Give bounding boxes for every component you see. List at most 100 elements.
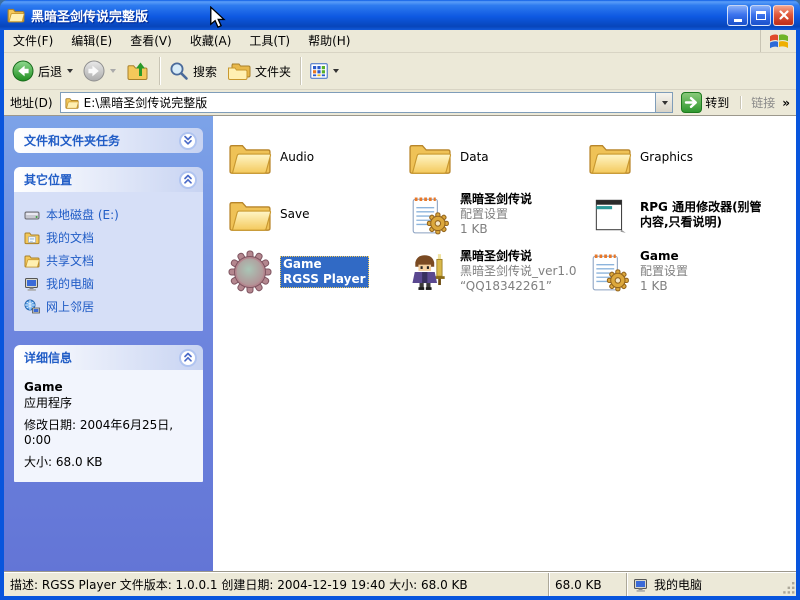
menu-bar: 文件(F) 编辑(E) 查看(V) 收藏(A) 工具(T) 帮助(H) — [4, 30, 796, 53]
sidebar-item-my-documents[interactable]: 我的文档 — [24, 229, 197, 246]
chevron-down-icon — [661, 100, 668, 105]
go-button[interactable]: 转到 — [678, 92, 732, 113]
toolbar: 后退 搜索 文件夹 — [4, 53, 796, 90]
details-file-name: Game — [24, 380, 63, 394]
sidebar-item-shared-documents[interactable]: 共享文档 — [24, 252, 197, 269]
forward-button[interactable] — [79, 57, 120, 85]
file-tile-graphics[interactable]: Graphics — [585, 129, 765, 186]
file-name: 黑暗圣剑传说 — [460, 249, 533, 263]
forward-dropdown-icon[interactable] — [110, 69, 117, 73]
file-tile-save[interactable]: Save — [225, 186, 405, 243]
panel-other-places-title: 其它位置 — [24, 173, 73, 187]
shared-folder-icon — [24, 253, 40, 269]
back-icon — [12, 60, 34, 82]
sidebar-item-my-computer[interactable]: 我的电脑 — [24, 275, 197, 292]
menu-help[interactable]: 帮助(H) — [299, 30, 359, 52]
file-tile-game-ini[interactable]: Game 配置设置 1 KB — [585, 243, 765, 300]
file-type: 配置设置 — [640, 264, 689, 278]
close-icon — [778, 10, 789, 20]
collapse-button[interactable] — [179, 170, 197, 189]
views-button[interactable] — [306, 59, 343, 83]
panel-other-places: 其它位置 本地磁盘 (E:) 我的文档 共享文档 我的电脑 网上邻居 — [14, 167, 203, 331]
toolbar-separator — [300, 57, 302, 85]
menu-tools[interactable]: 工具(T) — [240, 30, 299, 52]
expand-button[interactable] — [179, 131, 197, 150]
config-file-icon — [405, 190, 455, 240]
folders-label: 文件夹 — [255, 64, 292, 79]
links-label[interactable]: 链接 — [749, 94, 777, 111]
rpg-character-icon — [405, 247, 455, 297]
panel-file-tasks-header[interactable]: 文件和文件夹任务 — [14, 128, 203, 153]
folder-icon — [225, 190, 275, 240]
close-button[interactable] — [773, 4, 794, 26]
file-version: 黑暗圣剑传说_ver1.0 — [460, 264, 577, 278]
menu-view[interactable]: 查看(V) — [121, 30, 181, 52]
menu-file[interactable]: 文件(F) — [4, 30, 62, 52]
address-dropdown-button[interactable] — [655, 93, 673, 112]
back-label: 后退 — [38, 64, 63, 79]
views-icon — [310, 62, 328, 80]
file-tile-config-ini[interactable]: 黑暗圣剑传说 配置设置 1 KB — [405, 186, 585, 243]
back-dropdown-icon[interactable] — [67, 69, 74, 73]
address-label: 地址(D) — [10, 96, 53, 110]
address-input[interactable]: E:\黑暗圣剑传说完整版 — [59, 92, 674, 113]
status-size: 68.0 KB — [548, 573, 626, 596]
folder-icon — [585, 133, 635, 183]
file-tile-game-launcher[interactable]: 黑暗圣剑传说 黑暗圣剑传说_ver1.0 “QQ18342261” — [405, 243, 585, 300]
minimize-button[interactable] — [727, 4, 748, 26]
chevron-double-up-icon — [181, 174, 195, 185]
go-label: 转到 — [705, 96, 730, 110]
status-description: 描述: RGSS Player 文件版本: 1.0.0.1 创建日期: 2004… — [10, 578, 468, 592]
forward-icon — [83, 60, 105, 82]
file-name: Game — [283, 256, 322, 271]
place-label: 本地磁盘 (E:) — [46, 208, 119, 222]
address-value: E:\黑暗圣剑传说完整版 — [83, 96, 208, 110]
window-folder-icon — [6, 6, 26, 24]
title-bar[interactable]: 黑暗圣剑传说完整版 — [0, 0, 800, 30]
file-name: Audio — [280, 150, 315, 164]
panel-details-header[interactable]: 详细信息 — [14, 345, 203, 370]
file-name: Graphics — [640, 150, 693, 164]
place-label: 我的文档 — [46, 231, 95, 245]
menu-edit[interactable]: 编辑(E) — [62, 30, 121, 52]
search-button[interactable]: 搜索 — [165, 58, 221, 84]
toolbar-separator — [159, 57, 161, 85]
go-icon — [681, 92, 702, 113]
collapse-button[interactable] — [179, 348, 197, 367]
file-tile-data[interactable]: Data — [405, 129, 585, 186]
maximize-icon — [755, 10, 766, 20]
file-tile-rpg-modifier[interactable]: RPG 通用修改器(别管内容,只看说明) — [585, 186, 765, 243]
selected-file-label: Game RGSS Player — [280, 255, 369, 288]
status-bar: 描述: RGSS Player 文件版本: 1.0.0.1 创建日期: 2004… — [4, 572, 796, 596]
back-button[interactable]: 后退 — [8, 57, 77, 85]
file-list-area[interactable]: Audio Data Graphics Save 黑暗圣剑传说 配置设置 1 K… — [213, 116, 796, 572]
details-modified-date: 修改日期: 2004年6月25日, 0:00 — [24, 418, 174, 447]
windows-logo-icon — [760, 30, 796, 52]
menu-favorites[interactable]: 收藏(A) — [181, 30, 241, 52]
config-file-icon — [585, 247, 635, 297]
panel-other-places-header[interactable]: 其它位置 — [14, 167, 203, 192]
maximize-button[interactable] — [750, 4, 771, 26]
panel-details: 详细信息 Game 应用程序 修改日期: 2004年6月25日, 0:00 大小… — [14, 345, 203, 482]
folders-button[interactable]: 文件夹 — [223, 57, 295, 85]
documents-folder-icon — [24, 230, 40, 246]
status-location: 我的电脑 — [626, 573, 796, 596]
address-folder-icon — [64, 96, 80, 110]
resize-grip[interactable] — [783, 582, 795, 594]
sidebar-item-local-disk-e[interactable]: 本地磁盘 (E:) — [24, 206, 197, 223]
file-tile-audio[interactable]: Audio — [225, 129, 405, 186]
toolbar-overflow-chevron[interactable]: » — [782, 96, 792, 110]
file-size: 1 KB — [640, 279, 668, 293]
folder-icon — [405, 133, 455, 183]
chevron-double-down-icon — [181, 135, 195, 146]
place-label: 共享文档 — [46, 254, 95, 268]
computer-icon — [24, 276, 40, 292]
up-button[interactable] — [122, 56, 154, 86]
address-bar: 地址(D) E:\黑暗圣剑传说完整版 转到 链接 » — [4, 90, 796, 116]
window-title: 黑暗圣剑传说完整版 — [31, 9, 149, 25]
network-globe-icon — [24, 299, 40, 315]
file-tile-game-exe-selected[interactable]: Game RGSS Player — [225, 243, 405, 300]
sidebar-item-network-places[interactable]: 网上邻居 — [24, 298, 197, 315]
views-dropdown-icon[interactable] — [333, 69, 340, 73]
file-name: Save — [280, 207, 310, 221]
